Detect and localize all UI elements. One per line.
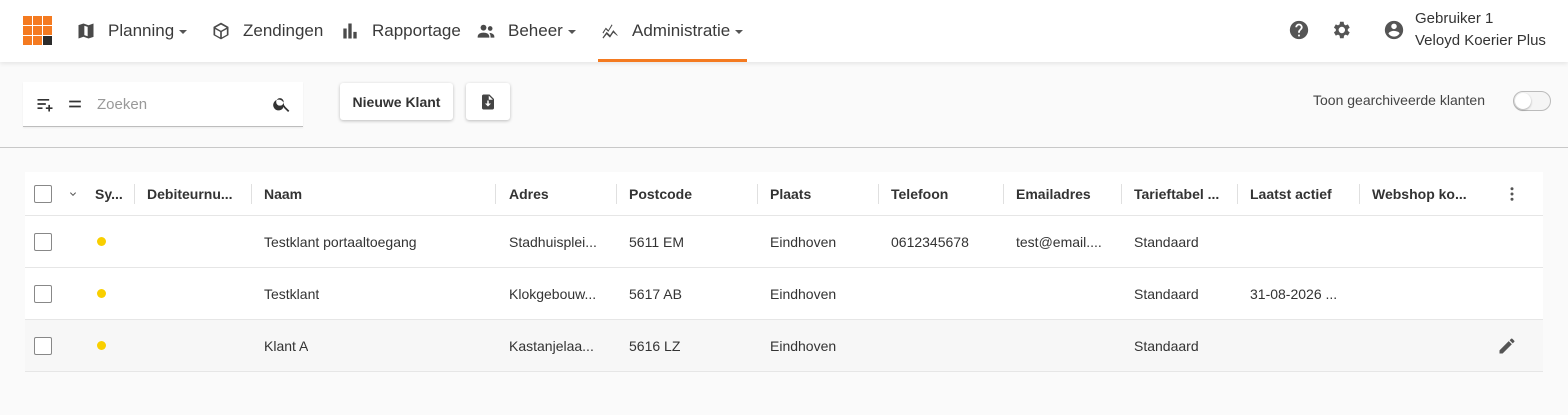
caret-down-icon xyxy=(567,30,576,34)
search-box xyxy=(23,82,303,127)
file-download-icon xyxy=(482,94,494,109)
nav-beheer[interactable]: Beheer xyxy=(476,0,576,62)
cell-adres: Klokgebouw... xyxy=(509,285,597,302)
map-icon xyxy=(78,23,94,39)
table-header-row: Sy... Debiteurnu... Naam Adres Postcode … xyxy=(25,172,1543,216)
search-icon[interactable] xyxy=(272,94,292,114)
analytics-icon xyxy=(602,24,618,39)
nav-beheer-label: Beheer xyxy=(508,21,563,40)
status-dot xyxy=(97,237,106,246)
row-checkbox[interactable] xyxy=(34,285,52,303)
column-header-naam[interactable]: Naam xyxy=(264,172,489,215)
new-client-button-label: Nieuwe Klant xyxy=(352,93,441,110)
column-header-debiteurnummer[interactable]: Debiteurnu... xyxy=(147,172,255,215)
equals-operator-icon[interactable] xyxy=(65,94,85,114)
column-header-telefoon[interactable]: Telefoon xyxy=(891,172,1001,215)
cell-naam: Testklant portaaltoegang xyxy=(264,233,417,250)
status-dot xyxy=(97,341,106,350)
nav-administratie[interactable]: Administratie xyxy=(598,0,747,62)
status-dot xyxy=(97,289,106,298)
cell-tarieftabel: Standaard xyxy=(1134,285,1199,302)
cell-email: test@email.... xyxy=(1016,233,1102,250)
nav-planning-label: Planning xyxy=(108,21,175,40)
cell-naam: Testklant xyxy=(264,285,320,302)
table-row[interactable]: Testklant portaaltoegang Stadhuisplei...… xyxy=(25,216,1543,268)
bar-chart-icon xyxy=(343,23,357,39)
search-input[interactable] xyxy=(97,92,267,116)
column-header-webshop[interactable]: Webshop ko... xyxy=(1372,172,1472,215)
account-circle-icon[interactable] xyxy=(1383,19,1405,41)
column-header-postcode[interactable]: Postcode xyxy=(629,172,749,215)
user-name: Gebruiker 1 xyxy=(1415,10,1494,27)
cell-adres: Kastanjelaa... xyxy=(509,337,594,354)
cell-laatst-actief: 31-08-2026 ... xyxy=(1250,285,1338,302)
app-logo[interactable] xyxy=(23,16,52,45)
row-checkbox[interactable] xyxy=(34,337,52,355)
column-header-laatst-actief[interactable]: Laatst actief xyxy=(1250,172,1355,215)
column-header-systeem[interactable]: Sy... xyxy=(95,172,123,215)
cell-postcode: 5617 AB xyxy=(629,285,682,302)
clients-table: Sy... Debiteurnu... Naam Adres Postcode … xyxy=(25,172,1543,372)
cell-plaats: Eindhoven xyxy=(770,233,837,250)
top-navigation-bar: Planning Zendingen Rapportage Beheer Adm… xyxy=(0,0,1568,62)
divider xyxy=(0,147,1568,148)
cell-plaats: Eindhoven xyxy=(770,337,837,354)
user-info[interactable]: Gebruiker 1 Veloyd Koerier Plus xyxy=(1415,8,1546,52)
filter-add-icon[interactable] xyxy=(35,94,55,114)
cell-postcode: 5616 LZ xyxy=(629,337,681,354)
column-header-tarieftabel[interactable]: Tarieftabel ... xyxy=(1134,172,1232,215)
table-row[interactable]: Klant A Kastanjelaa... 5616 LZ Eindhoven… xyxy=(25,320,1543,372)
toggle-knob xyxy=(1515,93,1531,109)
edit-pencil-icon[interactable] xyxy=(1497,336,1517,356)
new-client-button[interactable]: Nieuwe Klant xyxy=(340,83,453,120)
caret-down-icon xyxy=(179,30,188,34)
settings-gear-icon[interactable] xyxy=(1330,19,1352,41)
row-checkbox[interactable] xyxy=(34,233,52,251)
nav-zendingen[interactable]: Zendingen xyxy=(211,0,323,62)
nav-rapportage[interactable]: Rapportage xyxy=(340,0,461,62)
column-header-adres[interactable]: Adres xyxy=(509,172,609,215)
cell-tarieftabel: Standaard xyxy=(1134,233,1199,250)
column-header-emailadres[interactable]: Emailadres xyxy=(1016,172,1116,215)
cell-naam: Klant A xyxy=(264,337,309,354)
cell-postcode: 5611 EM xyxy=(629,233,684,250)
nav-rapportage-label: Rapportage xyxy=(372,21,461,40)
caret-down-icon xyxy=(735,30,744,34)
archive-toggle-label: Toon gearchiveerde klanten xyxy=(1313,92,1486,108)
cell-plaats: Eindhoven xyxy=(770,285,837,302)
help-icon[interactable] xyxy=(1288,19,1310,41)
chevron-down-icon[interactable] xyxy=(67,187,79,199)
more-vert-icon[interactable] xyxy=(1503,185,1521,203)
select-all-checkbox[interactable] xyxy=(34,185,52,203)
cell-adres: Stadhuisplei... xyxy=(509,233,597,250)
nav-planning[interactable]: Planning xyxy=(76,0,188,62)
user-company: Veloyd Koerier Plus xyxy=(1415,32,1546,49)
package-icon xyxy=(213,22,229,40)
nav-administratie-label: Administratie xyxy=(632,21,731,40)
column-header-plaats[interactable]: Plaats xyxy=(770,172,875,215)
archive-toggle-switch[interactable] xyxy=(1513,91,1551,111)
table-row[interactable]: Testklant Klokgebouw... 5617 AB Eindhove… xyxy=(25,268,1543,320)
cell-tarieftabel: Standaard xyxy=(1134,337,1199,354)
people-icon xyxy=(477,24,495,38)
export-file-button[interactable] xyxy=(466,83,510,120)
cell-telefoon: 0612345678 xyxy=(891,233,969,250)
nav-zendingen-label: Zendingen xyxy=(243,21,324,40)
